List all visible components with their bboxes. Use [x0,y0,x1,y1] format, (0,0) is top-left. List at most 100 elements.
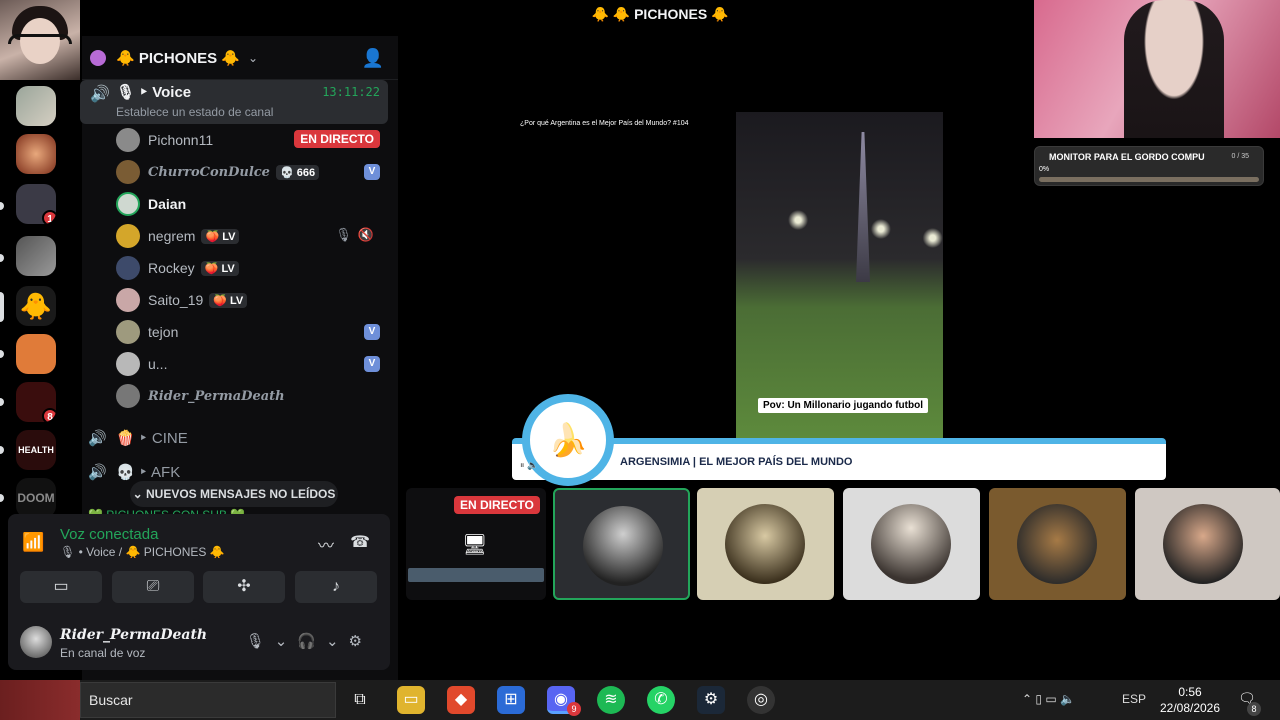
avatar [1017,504,1097,584]
obs-icon[interactable]: ◎ [747,686,775,714]
participant-tile[interactable] [553,488,690,600]
player-controls[interactable]: ⏸ 🔈 [520,460,538,471]
task-view-icon[interactable]: ⧉ [346,686,374,714]
stream-video: Pov: Un Millonario jugando futbol [736,112,943,438]
voice-member[interactable]: ChurroConDulce 💀 666 V [116,158,386,186]
soundboard-button[interactable]: ♪ [295,571,377,603]
member-tag: 🍑 LV [209,292,248,308]
avatar [116,160,140,184]
member-name: Rockey [148,260,195,276]
participant-tile[interactable] [1135,488,1280,600]
goal-count: 0 / 35 [1231,153,1249,160]
voice-member[interactable]: Rockey 🍑 LV [116,254,386,282]
avatar [116,128,140,152]
video-banner: 🍌 ⏸ 🔈 ARGENSIMIA | EL MEJOR PAÍS DEL MUN… [512,394,1166,486]
search-input[interactable]: Buscar [80,682,336,718]
voice-status-title[interactable]: Voz conectada [60,526,158,543]
disconnect-icon[interactable]: ☎ [350,532,370,552]
brave-icon[interactable]: ◆ [447,686,475,714]
member-badge: V [364,356,380,372]
speaker-icon: 🔊 [88,430,107,447]
goal-title: MONITOR PARA EL GORDO COMPU [1049,152,1205,162]
user-name: Rider_PermaDeath [60,627,208,643]
server-icon[interactable] [16,86,56,126]
avatar[interactable] [20,626,52,658]
server-header[interactable]: 🐥 PICHONES 🐥 ⌄ 👤 [82,36,398,80]
clock-date: 22/08/2026 [1159,701,1221,715]
avatar [116,192,140,216]
banana-icon: 🍌 [522,394,614,486]
invite-icon[interactable]: 👤 [362,48,384,69]
voice-member[interactable]: negrem 🍑 LV 🎙🔇 [116,222,386,250]
camera-button[interactable]: ▭ [20,571,102,603]
server-icon-doom[interactable]: DOOM [16,478,56,518]
server-icon[interactable]: 8 [16,382,56,422]
streamer-webcam-main [1034,0,1280,138]
boost-icon [90,49,106,66]
member-name: negrem [148,228,196,244]
voice-member[interactable]: u... V [116,350,386,378]
spotify-icon[interactable]: ≋ [597,686,625,714]
activities-button[interactable]: ✣ [203,571,285,603]
whatsapp-icon[interactable]: ✆ [647,686,675,714]
avatar [116,288,140,312]
server-folder[interactable]: 1 [16,184,56,224]
member-name: Daian [148,196,187,212]
member-name: Rider_PermaDeath [148,388,285,404]
store-icon[interactable]: ⊞ [497,686,525,714]
avatar [583,506,663,586]
noise-suppression-icon[interactable]: 〰 [318,532,334,556]
voice-timer: 13:11:22 [322,85,380,99]
screen-share-button[interactable]: ⎚ [112,571,194,603]
voice-member[interactable]: Saito_19 🍑 LV [116,286,386,314]
steam-icon[interactable]: ⚙ [697,686,725,714]
window-title: 🐥 🐥 PICHONES 🐥 [591,6,729,22]
participant-tile-live[interactable]: EN DIRECTO 🖥 [406,488,546,600]
avatar [725,504,805,584]
chevron-down-icon: ⌄ [248,50,259,65]
channel-status[interactable]: Establece un estado de canal [116,105,273,119]
banner-text: ARGENSIMIA | EL MEJOR PAÍS DEL MUNDO [620,456,853,468]
unread-badge: 1 [42,210,56,224]
streamer-webcam [0,0,80,80]
tray-icons[interactable]: ⌃ ▯ ▭ 🔈 [1022,692,1075,706]
monitor-icon: 🖥 [462,534,488,556]
server-icon-health[interactable]: HEALTH [16,430,56,470]
voice-member[interactable]: Pichonn11 EN DIRECTO [116,126,386,154]
voice-channel-cine[interactable]: 🔊 🍿 ‣ CINE [88,425,188,451]
participant-tile[interactable] [697,488,834,600]
live-badge: EN DIRECTO [294,130,380,148]
notification-badge: 8 [1247,702,1261,716]
voice-member[interactable]: Daian [116,190,386,218]
voice-channel-active[interactable]: 🔊 🎙 ‣ Voice 13:11:22 Establece un estado… [80,80,388,124]
server-icon[interactable] [16,236,56,276]
discord-badge: 9 [567,702,581,716]
clock-time: 0:56 [1178,685,1202,699]
server-icon[interactable] [16,134,56,174]
stream-view[interactable]: ¿Por qué Argentina es el Mejor País del … [406,40,1166,486]
participant-tile[interactable] [843,488,980,600]
signal-icon[interactable]: 📶 [22,532,46,556]
pichones-server-icon[interactable]: 🐥 [16,286,56,326]
windows-taskbar: Buscar ⧉ ▭ ◆ ⊞ ◉ 9 ≋ ✆ ⚙ ◎ ⌃ ▯ ▭ 🔈 ESP 0… [0,680,1280,720]
voice-member[interactable]: Rider_PermaDeath [116,382,386,410]
language-indicator[interactable]: ESP [1122,692,1146,706]
avatar [116,384,140,408]
user-controls[interactable]: 🎙⌄🎧⌄⚙ [246,632,372,650]
member-name: ChurroConDulce [148,164,270,180]
server-icon[interactable] [16,334,56,374]
member-name: tejon [148,324,179,340]
voice-status-subtitle: 🎙 • Voice / 🐥 PICHONES 🐥 [60,545,225,559]
voice-member[interactable]: tejon V [116,318,386,346]
member-badge: V [364,324,380,340]
member-name: Pichonn11 [148,132,214,148]
avatar [116,224,140,248]
taskbar-preview[interactable] [0,680,80,720]
participant-tile[interactable] [989,488,1126,600]
file-explorer-icon[interactable]: ▭ [397,686,425,714]
avatar [116,320,140,344]
live-badge: EN DIRECTO [454,496,540,514]
channel-name: 💀 ‣ AFK [116,464,181,481]
new-messages-pill[interactable]: ⌄ NUEVOS MENSAJES NO LEÍDOS [130,481,338,507]
clock[interactable]: 0:56 22/08/2026 [1150,684,1230,716]
